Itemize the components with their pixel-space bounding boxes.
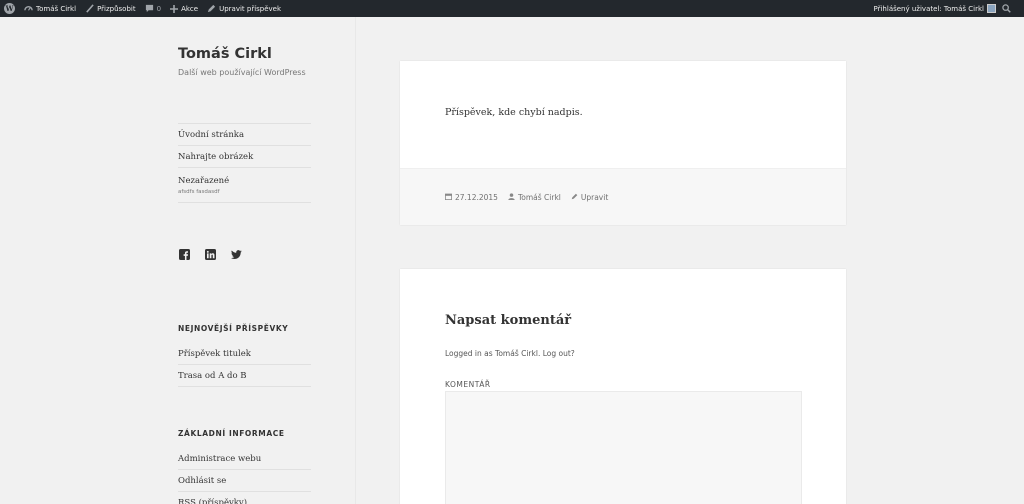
customize-link[interactable]: Přizpůsobit: [85, 4, 136, 13]
site-name-label: Tomáš Cirkl: [36, 4, 77, 13]
menu-item-home[interactable]: Úvodní stránka: [178, 123, 311, 145]
recent-posts-title: NEJNOVĚJŠÍ PŘÍSPĚVKY: [178, 324, 289, 333]
post-date-label: 27.12.2015: [455, 192, 498, 202]
meta-item-admin[interactable]: Administrace webu: [178, 448, 311, 470]
comment-textarea[interactable]: [445, 391, 802, 504]
comment-label: KOMENTÁŘ: [445, 380, 491, 389]
meta-item-rss[interactable]: RSS (příspěvky): [178, 492, 311, 504]
menu-divider: [178, 202, 311, 203]
menu-item-label: Úvodní stránka: [178, 129, 245, 140]
comments-count: 0: [156, 4, 162, 13]
menu-item-label: Nahrajte obrázek: [178, 151, 254, 162]
post-meta: 27.12.2015 Tomáš Cirkl Upravit: [400, 168, 846, 225]
logged-in-as[interactable]: Logged in as Tomáš Cirkl. Log out?: [445, 349, 575, 358]
avatar: [987, 4, 996, 13]
post-edit-label: Upravit: [580, 192, 609, 202]
linkedin-icon[interactable]: [204, 248, 216, 260]
post-author-label: Tomáš Cirkl: [517, 192, 561, 202]
recent-post-item[interactable]: Trasa od A do B: [178, 365, 311, 387]
menu-item-description: afsdfs fasdasdf: [178, 188, 220, 195]
search-icon: [1002, 4, 1011, 13]
facebook-icon[interactable]: [178, 248, 190, 260]
pencil-icon: [571, 193, 578, 202]
menu-item-upload-image[interactable]: Nahrajte obrázek: [178, 145, 311, 167]
edit-post-label: Upravit příspěvek: [219, 4, 282, 13]
calendar-icon: [444, 193, 453, 202]
recent-post-item[interactable]: Příspěvek titulek: [178, 343, 311, 365]
customize-label: Přizpůsobit: [97, 4, 136, 13]
meta-title: ZÁKLADNÍ INFORMACE: [178, 429, 285, 438]
comment-form-title: Napsat komentář: [445, 313, 572, 328]
pencil-icon: [207, 4, 216, 13]
recent-posts-list: Příspěvek titulek Trasa od A do B: [178, 343, 311, 387]
comments-link[interactable]: 0: [145, 4, 161, 13]
logged-user-label: Přihlášený uživatel: Tomáš Cirkl: [873, 4, 984, 13]
menu-item-label: Nezařazené: [178, 175, 230, 186]
post-edit-link[interactable]: Upravit: [571, 193, 608, 202]
my-account-link[interactable]: Přihlášený uživatel: Tomáš Cirkl: [874, 4, 996, 13]
twitter-icon[interactable]: [230, 248, 242, 260]
plus-icon: [170, 4, 179, 13]
meta-item-logout[interactable]: Odhlásit se: [178, 470, 311, 492]
wordpress-logo-icon: W: [4, 3, 15, 14]
comment-bubble-icon: [145, 4, 154, 13]
post-date[interactable]: 27.12.2015: [444, 192, 498, 202]
menu-item-uncategorized[interactable]: Nezařazené afsdfs fasdasdf: [178, 167, 311, 202]
post-author[interactable]: Tomáš Cirkl: [508, 193, 561, 202]
social-links: [178, 248, 242, 260]
meta-list: Administrace webu Odhlásit se RSS (přísp…: [178, 448, 311, 504]
site-name-link[interactable]: Tomáš Cirkl: [24, 4, 76, 13]
site-title[interactable]: Tomáš Cirkl: [178, 46, 272, 62]
new-content-link[interactable]: Akce: [170, 4, 199, 13]
post-card: Příspěvek, kde chybí nadpis. 27.12.2015 …: [400, 61, 846, 225]
search-toggle[interactable]: [1002, 4, 1014, 13]
main-menu: Úvodní stránka Nahrajte obrázek Nezařaze…: [178, 123, 311, 203]
post-content: Příspěvek, kde chybí nadpis.: [445, 107, 583, 118]
user-icon: [508, 192, 515, 202]
new-content-label: Akce: [181, 4, 199, 13]
site-description: Další web používající WordPress: [178, 68, 306, 77]
wp-logo-menu[interactable]: W: [4, 3, 15, 14]
edit-post-link[interactable]: Upravit příspěvek: [207, 4, 281, 13]
comment-form-card: Napsat komentář Logged in as Tomáš Cirkl…: [400, 269, 846, 504]
dashboard-icon: [24, 4, 33, 13]
brush-icon: [85, 4, 94, 13]
admin-bar: W Tomáš Cirkl Přizpůsobit 0 Akce Upravit…: [0, 0, 1024, 17]
